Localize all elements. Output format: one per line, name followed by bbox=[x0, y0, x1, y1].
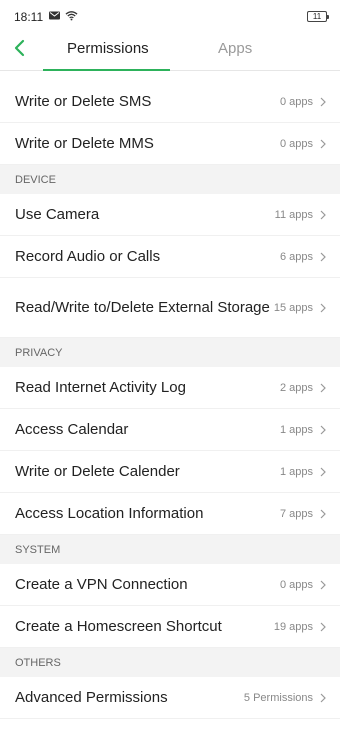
permission-row-homescreen-shortcut[interactable]: Create a Homescreen Shortcut 19 apps bbox=[0, 606, 340, 648]
row-label: Access Calendar bbox=[15, 421, 129, 438]
status-icons bbox=[48, 10, 78, 21]
section-header-device: DEVICE bbox=[0, 165, 340, 194]
permission-row-advanced[interactable]: Advanced Permissions 5 Permissions bbox=[0, 677, 340, 719]
row-count: 5 Permissions bbox=[243, 691, 313, 704]
permission-row-write-delete-calendar[interactable]: Write or Delete Calender 1 apps bbox=[0, 451, 340, 493]
row-label: Write or Delete SMS bbox=[15, 93, 152, 110]
permission-row-location[interactable]: Access Location Information 7 apps bbox=[0, 493, 340, 535]
chevron-right-icon bbox=[320, 580, 326, 589]
row-count: 6 apps bbox=[279, 250, 313, 263]
chevron-right-icon bbox=[320, 210, 326, 219]
section-header-system: SYSTEM bbox=[0, 535, 340, 564]
mail-icon bbox=[49, 11, 60, 20]
tab-apps[interactable]: Apps bbox=[218, 40, 252, 57]
status-bar: 18:11 11 bbox=[0, 0, 340, 32]
chevron-right-icon bbox=[320, 509, 326, 518]
row-count: 19 apps bbox=[273, 620, 313, 633]
chevron-right-icon bbox=[320, 467, 326, 476]
chevron-right-icon bbox=[320, 622, 326, 631]
permission-row-use-camera[interactable]: Use Camera 11 apps bbox=[0, 194, 340, 236]
row-count: 1 apps bbox=[279, 423, 313, 436]
row-count: 11 apps bbox=[274, 208, 313, 221]
row-label: Use Camera bbox=[15, 206, 100, 223]
back-arrow-icon[interactable] bbox=[11, 38, 29, 58]
row-count: 0 apps bbox=[279, 137, 313, 150]
row-label: Access Location Information bbox=[15, 505, 204, 522]
chevron-right-icon bbox=[320, 303, 326, 312]
permission-row-internet-activity-log[interactable]: Read Internet Activity Log 2 apps bbox=[0, 367, 340, 409]
row-label: Create a Homescreen Shortcut bbox=[15, 618, 222, 635]
section-header-privacy: PRIVACY bbox=[0, 338, 340, 367]
permissions-list[interactable]: Write or Delete SMS 0 apps Write or Dele… bbox=[0, 81, 340, 736]
row-label: Write or Delete Calender bbox=[15, 463, 180, 480]
permission-row-write-delete-sms[interactable]: Write or Delete SMS 0 apps bbox=[0, 81, 340, 123]
row-count: 0 apps bbox=[279, 95, 313, 108]
row-count: 0 apps bbox=[279, 578, 313, 591]
tab-permissions[interactable]: Permissions bbox=[67, 40, 149, 57]
status-time: 18:11 bbox=[14, 10, 44, 24]
row-count: 2 apps bbox=[279, 381, 313, 394]
row-label: Read/Write to/Delete External Storage bbox=[15, 299, 270, 316]
permission-row-external-storage[interactable]: Read/Write to/Delete External Storage 15… bbox=[0, 278, 340, 338]
row-label: Advanced Permissions bbox=[15, 689, 168, 706]
permission-row-vpn[interactable]: Create a VPN Connection 0 apps bbox=[0, 564, 340, 606]
permission-row-write-delete-mms[interactable]: Write or Delete MMS 0 apps bbox=[0, 123, 340, 165]
permission-row-record-audio[interactable]: Record Audio or Calls 6 apps bbox=[0, 236, 340, 278]
chevron-right-icon bbox=[320, 139, 326, 148]
row-label: Create a VPN Connection bbox=[15, 576, 188, 593]
chevron-right-icon bbox=[320, 252, 326, 261]
row-label: Read Internet Activity Log bbox=[15, 379, 186, 396]
row-count: 15 apps bbox=[273, 301, 313, 314]
chevron-right-icon bbox=[320, 383, 326, 392]
active-tab-indicator bbox=[43, 69, 170, 71]
chevron-right-icon bbox=[320, 693, 326, 702]
battery-icon: 11 bbox=[307, 11, 329, 22]
permission-row-access-calendar[interactable]: Access Calendar 1 apps bbox=[0, 409, 340, 451]
chevron-right-icon bbox=[320, 425, 326, 434]
chevron-right-icon bbox=[320, 97, 326, 106]
wifi-icon bbox=[65, 11, 78, 21]
row-label: Record Audio or Calls bbox=[15, 248, 161, 265]
tab-bar: Permissions Apps bbox=[0, 32, 340, 71]
row-count: 7 apps bbox=[279, 507, 313, 520]
section-header-others: OTHERS bbox=[0, 648, 340, 677]
row-count: 1 apps bbox=[279, 465, 313, 478]
row-label: Write or Delete MMS bbox=[15, 135, 154, 152]
